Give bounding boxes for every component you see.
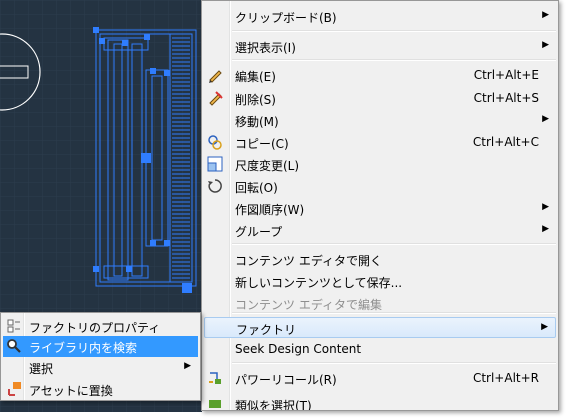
context-menu-item-label: コンテンツ エディタで開く [235, 254, 382, 268]
context-menu-item[interactable]: 類似を選択(T) [204, 394, 556, 411]
hatch-lines [172, 37, 190, 279]
context-menu-item-label: 尺度変更(L) [235, 159, 300, 173]
menu-separator [232, 243, 556, 245]
context-menu-item[interactable]: 尺度変更(L) [204, 154, 556, 175]
context-menu-item[interactable]: 削除(S) Ctrl+Alt+S [204, 88, 556, 109]
context-menu-item[interactable]: コピー(C) Ctrl+Alt+C [204, 132, 556, 153]
submenu-arrow-icon: ▶ [542, 40, 549, 50]
context-menu-item[interactable]: パワーリコール(R) Ctrl+Alt+R [204, 368, 556, 389]
context-menu-item[interactable]: 新しいコンテンツとして保存... [204, 271, 556, 292]
submenu-arrow-icon: ▶ [542, 224, 549, 234]
shortcut-label: Ctrl+Alt+R [472, 371, 539, 385]
factory-submenu-item-label: アセットに置換 [29, 384, 113, 398]
menu-separator [232, 312, 556, 314]
context-menu-item[interactable]: 作図順序(W) ▶ [204, 198, 556, 219]
context-menu-item[interactable]: ファクトリ ▶ [204, 317, 556, 338]
power-recall-icon [207, 370, 223, 386]
context-menu-item[interactable]: クリップボード(B) ▶ [204, 6, 556, 27]
factory-properties-icon [6, 318, 22, 334]
context-menu-item-label: 作図順序(W) [235, 203, 305, 217]
submenu-arrow-icon: ▶ [542, 202, 549, 212]
submenu-arrow-icon: ▶ [541, 322, 548, 332]
context-menu-item-label: 回転(O) [235, 181, 278, 195]
context-menu-item[interactable]: コンテンツ エディタで開く [204, 249, 556, 270]
search-icon [6, 338, 22, 354]
shortcut-label: Ctrl+Alt+S [473, 91, 539, 105]
context-menu-item-label: クリップボード(B) [235, 11, 337, 25]
pencil-icon [207, 67, 223, 83]
factory-submenu-item[interactable]: 選択 ▶ [3, 357, 198, 378]
submenu-arrow-icon: ▶ [184, 361, 191, 371]
scale-icon [207, 156, 223, 172]
context-menu: クリップボード(B) ▶ 選択表示(I) ▶ 編集(E) Ctrl+Alt+E 削除(S) C… [201, 0, 559, 411]
factory-submenu-item-label: 選択 [29, 362, 54, 376]
factory-submenu-item[interactable]: アセットに置換 [3, 379, 198, 400]
context-menu-item-label: 類似を選択(T) [235, 399, 312, 411]
context-menu-item-label: Seek Design Content [235, 342, 362, 356]
context-menu-item-label: ファクトリ [236, 323, 297, 337]
context-menu-item-label: コンテンツ エディタで編集 [235, 298, 382, 312]
context-menu-item-label: グループ [235, 225, 283, 239]
factory-submenu-item-label: ファクトリのプロパティ [29, 321, 161, 335]
context-menu-item[interactable]: 移動(M) ▶ [204, 110, 556, 131]
context-menu-item[interactable]: 選択表示(I) ▶ [204, 36, 556, 57]
menu-separator [232, 30, 556, 32]
factory-submenu-item-label: ライブラリ内を検索 [29, 341, 138, 355]
copy-icon [207, 134, 223, 150]
context-menu-item[interactable]: 回転(O) [204, 176, 556, 197]
menu-separator [232, 59, 556, 61]
context-menu-item-label: 移動(M) [235, 115, 279, 129]
menu-separator [232, 362, 556, 364]
shortcut-label: Ctrl+Alt+C [472, 135, 539, 149]
submenu-arrow-icon: ▶ [542, 114, 549, 124]
context-menu-item-label: パワーリコール(R) [235, 373, 337, 387]
select-similar-icon [207, 396, 223, 410]
context-menu-item-label: 新しいコンテンツとして保存... [235, 276, 403, 290]
factory-submenu: ファクトリのプロパティ ライブラリ内を検索 選択 ▶ アセットに置換 [0, 312, 201, 401]
context-menu-item[interactable]: グループ ▶ [204, 220, 556, 241]
context-menu-item-label: 削除(S) [235, 93, 276, 107]
replace-asset-icon [6, 381, 22, 397]
context-menu-item[interactable]: 編集(E) Ctrl+Alt+E [204, 65, 556, 86]
eraser-icon [207, 90, 223, 106]
context-menu-item[interactable]: Seek Design Content [204, 339, 556, 360]
context-menu-item-label: コピー(C) [235, 137, 289, 151]
shortcut-label: Ctrl+Alt+E [473, 68, 539, 82]
submenu-arrow-icon: ▶ [542, 10, 549, 20]
context-menu-item-label: 編集(E) [235, 70, 276, 84]
rotate-icon [207, 178, 223, 194]
factory-submenu-item[interactable]: ファクトリのプロパティ [3, 316, 198, 337]
context-menu-item: コンテンツ エディタで編集 [204, 293, 556, 314]
context-menu-item-label: 選択表示(I) [235, 41, 296, 55]
factory-submenu-item[interactable]: ライブラリ内を検索 [3, 336, 198, 357]
